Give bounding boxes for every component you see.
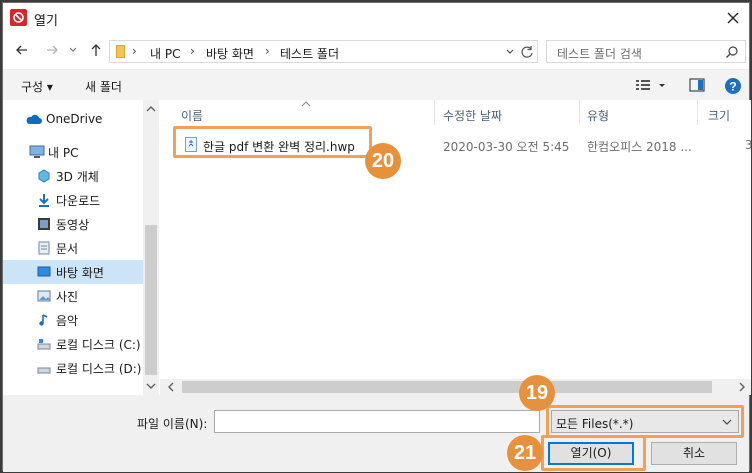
cube-icon [38,169,50,183]
back-arrow-icon[interactable] [13,40,31,60]
filename-input[interactable] [214,410,540,433]
file-type-filter[interactable]: 모든 Files(*.*) [551,410,739,433]
new-folder-button[interactable]: 새 폴더 [85,78,122,95]
sidebar-item-videos[interactable]: 동영상 [3,212,143,236]
sidebar-item-label: 문서 [56,242,79,256]
table-row[interactable]: 한글 pdf 변환 완벽 정리.hwp 2020-03-30 오전 5:45 한… [160,132,751,156]
chevron-down-icon [722,419,732,425]
column-divider[interactable] [697,100,698,125]
sidebar-item-label: 바탕 화면 [56,266,104,280]
window-title: 열기 [34,14,58,29]
sidebar-item-desktop[interactable]: 바탕 화면 [3,260,143,284]
step-badge-21: 21 [507,435,543,471]
desktop-icon [37,266,51,277]
computer-icon [29,145,45,158]
sidebar-item-drive-d[interactable]: 로컬 디스크 (D:) [3,356,143,380]
address-dropdown-icon[interactable] [505,45,515,62]
view-options-icon[interactable] [635,77,669,96]
search-icon[interactable] [725,45,739,62]
filename-label: 파일 이름(N): [137,417,208,431]
sidebar-item-label: 사진 [56,290,79,304]
nav-scroll-thumb[interactable] [145,225,157,375]
picture-icon [37,290,51,302]
nav-scrollbar[interactable] [143,100,159,395]
sidebar-item-pictures[interactable]: 사진 [3,284,143,308]
drive-icon [37,367,51,374]
file-type: 한컴오피스 2018 ... [587,140,692,154]
dialog-footer: 파일 이름(N): 모든 Files(*.*) 열기(O) 취소 [3,395,749,472]
breadcrumb-chevron-icon: › [265,44,270,58]
sidebar-item-label: 로컬 디스크 (D:) [56,362,142,376]
document-icon [38,241,50,255]
file-type-filter-value: 모든 Files(*.*) [556,417,634,431]
organize-button[interactable]: 구성 ▾ [21,78,53,95]
sidebar-item-downloads[interactable]: 다운로드 [3,188,143,212]
hancom-app-icon [10,9,27,26]
column-header-date[interactable]: 수정한 날짜 [443,107,502,124]
sidebar-item-label: 로컬 디스크 (C:) [56,338,141,352]
scroll-left-icon[interactable] [165,379,177,395]
sidebar-item-documents[interactable]: 문서 [3,236,143,260]
breadcrumb-item-test-folder[interactable]: 테스트 폴더 [280,45,339,62]
horizontal-scrollbar[interactable] [160,379,751,395]
sidebar-item-drive-c[interactable]: 로컬 디스크 (C:) [3,332,143,356]
refresh-icon[interactable] [519,44,535,63]
sidebar-item-label: 3D 개체 [56,170,99,184]
breadcrumb-chevron-icon: › [132,44,137,58]
sidebar-item-music[interactable]: 음악 [3,308,143,332]
file-date: 2020-03-30 오전 5:45 [443,140,570,154]
column-divider[interactable] [434,100,435,125]
file-size: 3 [745,138,751,152]
file-name: 한글 pdf 변환 완벽 정리.hwp [203,140,355,154]
sidebar-item-this-pc[interactable]: 내 PC [3,140,143,164]
search-box[interactable]: 테스트 폴더 검색 [546,40,746,63]
help-icon[interactable]: ? [724,77,742,98]
sidebar-item-3d-objects[interactable]: 3D 개체 [3,164,143,188]
search-placeholder: 테스트 폴더 검색 [557,47,642,61]
scroll-up-icon[interactable] [143,103,159,115]
sidebar-item-label: 다운로드 [56,194,101,208]
open-dialog: 열기 › 내 PC › 바탕 화면 › 테스트 폴더 테스트 폴더 검색 구성 … [2,2,751,472]
cancel-button[interactable]: 취소 [651,442,737,465]
folder-icon [116,45,125,58]
breadcrumb-item-this-pc[interactable]: 내 PC [150,45,180,62]
download-icon [39,194,49,207]
step-badge-20: 20 [365,143,401,179]
hwp-file-icon [185,137,197,152]
sort-arrow-icon [301,101,311,107]
title-bar: 열기 [3,3,749,33]
drive-icon [37,339,51,350]
video-icon [38,218,50,230]
column-header-size[interactable]: 크기 [708,107,730,124]
music-icon [39,314,48,326]
step-badge-19: 19 [519,375,555,411]
command-bar: 구성 ▾ 새 폴더 ? [3,69,749,100]
sidebar-item-label: OneDrive [46,112,103,126]
horizontal-scroll-thumb[interactable] [182,381,712,393]
sidebar-item-label: 음악 [56,314,79,328]
navigation-pane: OneDrive 내 PC 3D 개체 다운로드 동영상 문서 바탕 화면 사진… [3,100,159,395]
breadcrumb-item-desktop[interactable]: 바탕 화면 [206,45,254,62]
address-row: › 내 PC › 바탕 화면 › 테스트 폴더 테스트 폴더 검색 [3,36,749,66]
file-list: 이름 수정한 날짜 유형 크기 한글 pdf 변환 완벽 정리.hwp 2020… [160,100,751,395]
column-header-type[interactable]: 유형 [587,107,609,124]
open-button[interactable]: 열기(O) [548,442,634,465]
cloud-icon [26,114,42,124]
sidebar-item-label: 내 PC [48,146,79,160]
forward-arrow-icon[interactable] [43,40,61,60]
scroll-down-icon[interactable] [143,380,159,392]
breadcrumb-chevron-icon: › [190,44,195,58]
column-header-name[interactable]: 이름 [181,107,203,124]
preview-pane-icon[interactable] [689,77,705,96]
recent-chevron-icon[interactable] [67,40,79,60]
column-divider[interactable] [579,100,580,125]
up-arrow-icon[interactable] [87,40,105,60]
sidebar-item-label: 동영상 [56,218,90,232]
address-bar[interactable]: › 내 PC › 바탕 화면 › 테스트 폴더 [109,40,538,63]
scroll-right-icon[interactable] [736,379,748,395]
sidebar-item-onedrive[interactable]: OneDrive [3,108,143,132]
svg-text:?: ? [729,80,736,94]
close-icon[interactable] [722,7,744,29]
